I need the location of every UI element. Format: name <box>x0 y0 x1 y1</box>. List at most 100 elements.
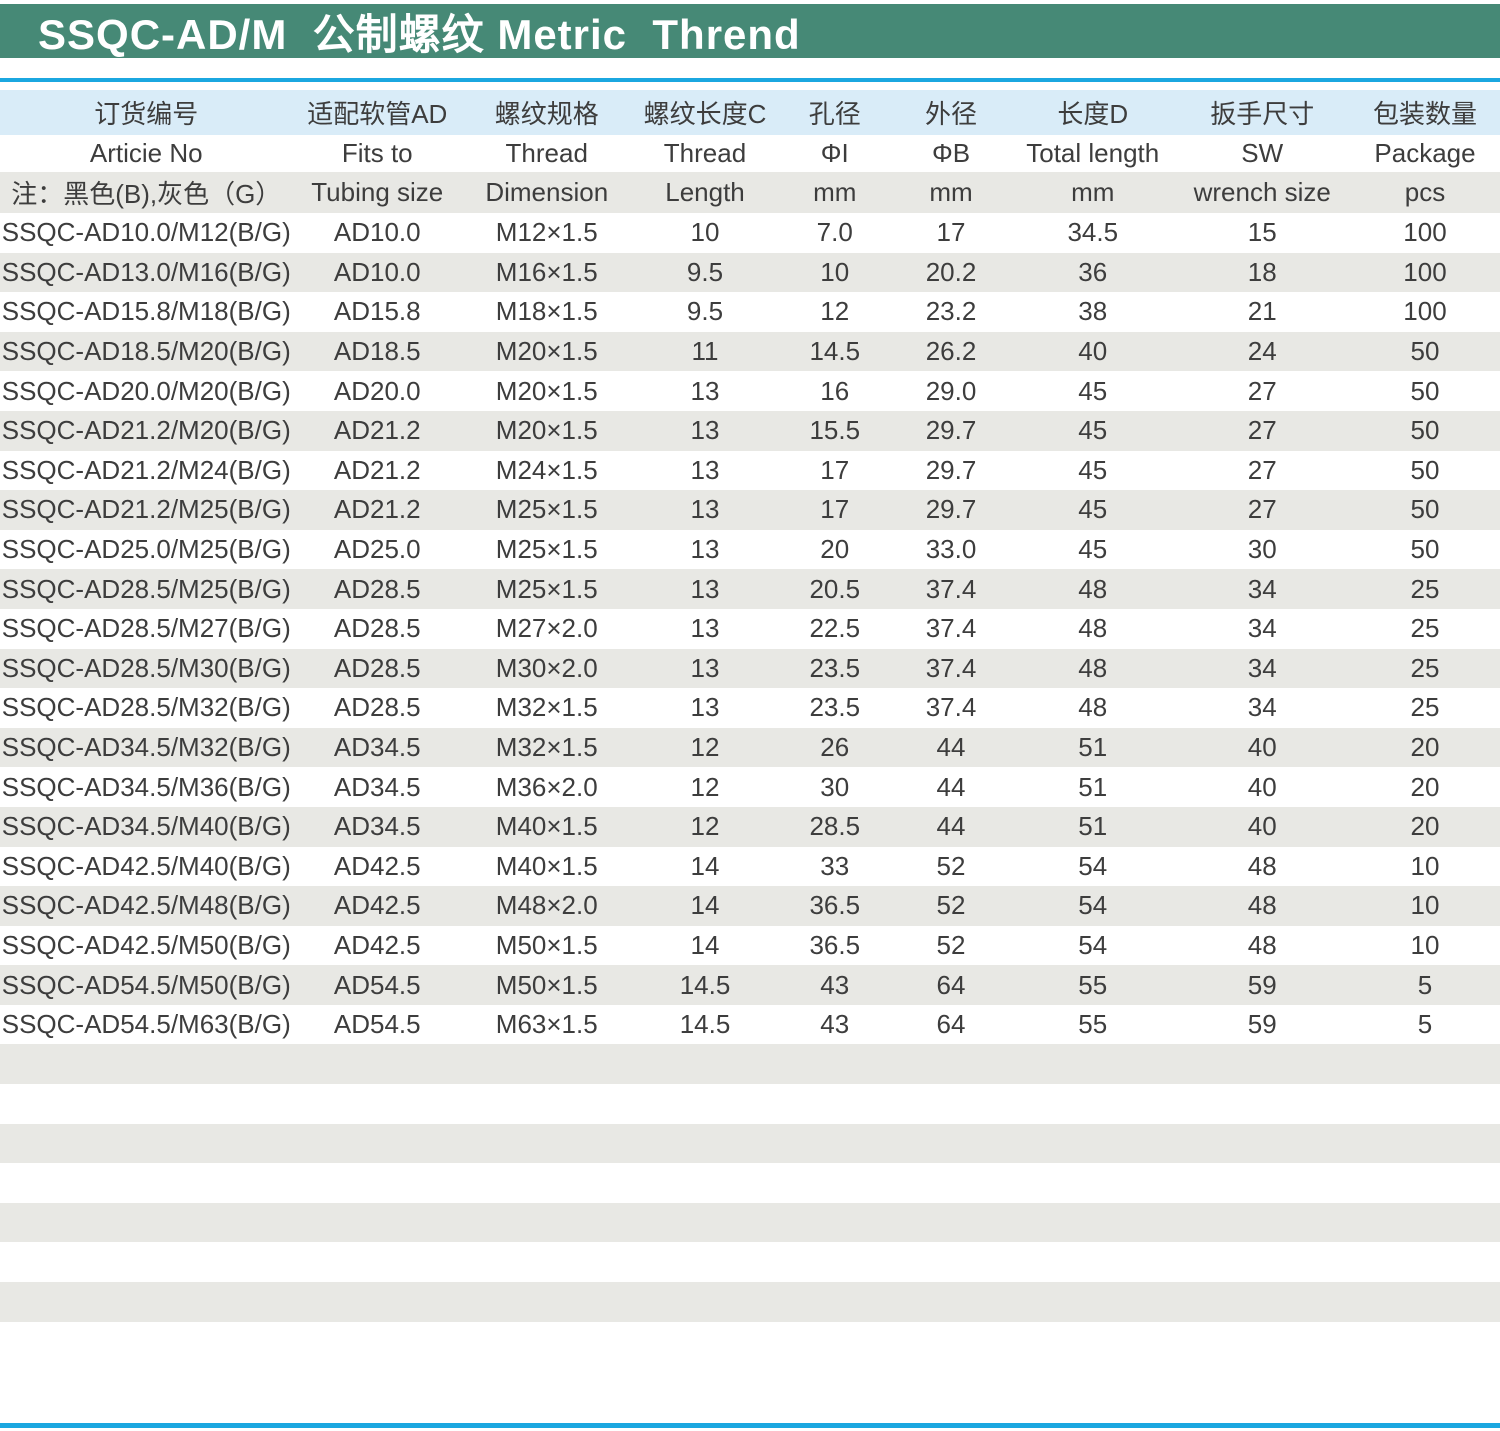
table-cell: 11 <box>632 332 779 372</box>
header-cell: Fits to <box>293 135 463 172</box>
table-cell: AD34.5 <box>293 767 463 807</box>
table-cell: 52 <box>891 886 1011 926</box>
table-cell: SSQC-AD54.5/M50(B/G) <box>0 965 293 1005</box>
table-cell <box>891 1044 1011 1084</box>
header-cell: pcs <box>1350 172 1500 213</box>
table-cell: 100 <box>1350 213 1500 253</box>
table-cell: 14.5 <box>632 965 779 1005</box>
table-cell <box>462 1282 632 1322</box>
table-cell: 23.2 <box>891 292 1011 332</box>
table-cell <box>0 1124 293 1164</box>
table-cell: 15.5 <box>779 411 892 451</box>
empty-row <box>0 1124 1500 1164</box>
table-cell: 18 <box>1174 253 1350 293</box>
table-cell: 55 <box>1011 1005 1174 1045</box>
table-cell: 5 <box>1350 965 1500 1005</box>
header-cell: 螺纹规格 <box>462 90 632 135</box>
table-cell: 13 <box>632 649 779 689</box>
table-cell: 43 <box>779 1005 892 1045</box>
header-cell: Total length <box>1011 135 1174 172</box>
table-cell: 43 <box>779 965 892 1005</box>
table-cell: 59 <box>1174 1005 1350 1045</box>
table-row: SSQC-AD54.5/M50(B/G)AD54.5M50×1.514.5436… <box>0 965 1500 1005</box>
empty-row <box>0 1282 1500 1322</box>
table-cell <box>1350 1124 1500 1164</box>
table-cell: M36×2.0 <box>462 767 632 807</box>
table-cell: 21 <box>1174 292 1350 332</box>
table-cell: 30 <box>1174 530 1350 570</box>
table-cell: 26 <box>779 728 892 768</box>
table-cell: SSQC-AD20.0/M20(B/G) <box>0 371 293 411</box>
table-cell: 20 <box>1350 767 1500 807</box>
table-row: SSQC-AD25.0/M25(B/G)AD25.0M25×1.5132033.… <box>0 530 1500 570</box>
table-cell: 13 <box>632 411 779 451</box>
empty-row <box>0 1044 1500 1084</box>
table-cell: 34 <box>1174 688 1350 728</box>
table-cell: 45 <box>1011 451 1174 491</box>
table-cell: 14 <box>632 847 779 887</box>
header-cell: 包装数量 <box>1350 90 1500 135</box>
table-row: SSQC-AD42.5/M40(B/G)AD42.5M40×1.51433525… <box>0 847 1500 887</box>
table-cell <box>462 1203 632 1243</box>
table-cell: 29.7 <box>891 490 1011 530</box>
table-cell: 50 <box>1350 411 1500 451</box>
table-cell: M50×1.5 <box>462 965 632 1005</box>
table-cell: 14 <box>632 886 779 926</box>
table-row: SSQC-AD28.5/M32(B/G)AD28.5M32×1.51323.53… <box>0 688 1500 728</box>
table-cell <box>293 1163 463 1203</box>
table-cell <box>779 1282 892 1322</box>
table-cell: 34 <box>1174 609 1350 649</box>
table-cell: 44 <box>891 767 1011 807</box>
table-cell: 17 <box>779 451 892 491</box>
table-row: SSQC-AD28.5/M25(B/G)AD28.5M25×1.51320.53… <box>0 569 1500 609</box>
table-cell: SSQC-AD28.5/M25(B/G) <box>0 569 293 609</box>
table-cell <box>1174 1203 1350 1243</box>
table-cell: 51 <box>1011 767 1174 807</box>
table-cell: 14.5 <box>632 1005 779 1045</box>
table-cell: 29.7 <box>891 411 1011 451</box>
header-cell: SW <box>1174 135 1350 172</box>
table-cell <box>293 1084 463 1124</box>
table-cell: 24 <box>1174 332 1350 372</box>
table-cell: 10 <box>1350 847 1500 887</box>
table-cell <box>1011 1084 1174 1124</box>
table-cell <box>1011 1242 1174 1282</box>
table-cell: 20 <box>779 530 892 570</box>
top-divider <box>0 78 1500 82</box>
table-cell: 10 <box>632 213 779 253</box>
table-cell: 64 <box>891 1005 1011 1045</box>
table-cell: 36.5 <box>779 886 892 926</box>
table-cell: 48 <box>1011 649 1174 689</box>
table-cell: AD20.0 <box>293 371 463 411</box>
table-cell <box>632 1124 779 1164</box>
table-cell <box>779 1084 892 1124</box>
table-cell: 27 <box>1174 411 1350 451</box>
table-cell: AD28.5 <box>293 649 463 689</box>
table-cell <box>1350 1084 1500 1124</box>
table-row: SSQC-AD10.0/M12(B/G)AD10.0M12×1.5107.017… <box>0 213 1500 253</box>
table-cell <box>462 1163 632 1203</box>
table-cell <box>0 1203 293 1243</box>
table-cell: SSQC-AD54.5/M63(B/G) <box>0 1005 293 1045</box>
table-cell: 26.2 <box>891 332 1011 372</box>
table-cell: SSQC-AD13.0/M16(B/G) <box>0 253 293 293</box>
table-cell: SSQC-AD34.5/M40(B/G) <box>0 807 293 847</box>
table-cell: 17 <box>891 213 1011 253</box>
table-cell <box>891 1282 1011 1322</box>
table-cell: SSQC-AD34.5/M32(B/G) <box>0 728 293 768</box>
table-cell: 12 <box>632 807 779 847</box>
table-cell: 34 <box>1174 569 1350 609</box>
header-cell: ΦB <box>891 135 1011 172</box>
header-row-en: Articie No Fits to Thread Thread ΦI ΦB T… <box>0 135 1500 172</box>
table-cell: 54 <box>1011 886 1174 926</box>
table-cell: SSQC-AD21.2/M20(B/G) <box>0 411 293 451</box>
table-cell <box>293 1282 463 1322</box>
table-cell: SSQC-AD28.5/M30(B/G) <box>0 649 293 689</box>
table-cell <box>293 1242 463 1282</box>
table-cell: 40 <box>1174 767 1350 807</box>
table-cell: 45 <box>1011 371 1174 411</box>
header-row-cn: 订货编号 适配软管AD 螺纹规格 螺纹长度C 孔径 外径 长度D 扳手尺寸 包装… <box>0 90 1500 135</box>
table-cell: 10 <box>779 253 892 293</box>
table-cell: 33.0 <box>891 530 1011 570</box>
table-cell <box>293 1124 463 1164</box>
